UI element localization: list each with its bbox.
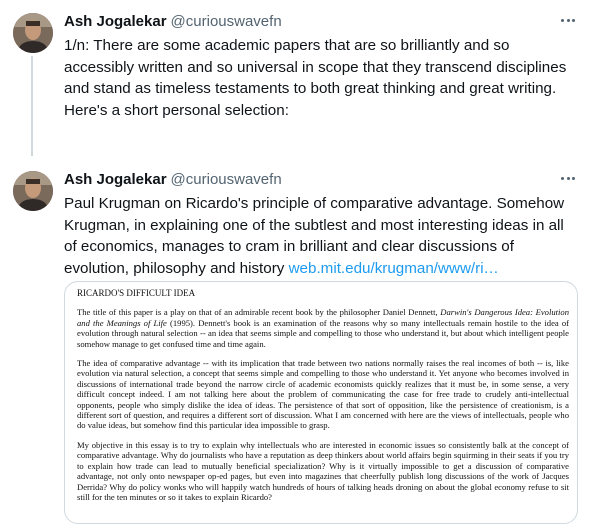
tweet-text: Paul Krugman on Ricardo's principle of c… xyxy=(64,193,574,280)
more-options-icon[interactable] xyxy=(556,166,580,190)
document-paragraph: The title of this paper is a play on tha… xyxy=(77,307,569,349)
tweet-link[interactable]: web.mit.edu/krugman/www/ri… xyxy=(289,260,499,277)
author-handle[interactable]: @curiouswavefn xyxy=(171,171,282,188)
avatar[interactable] xyxy=(13,13,53,53)
document-paragraph: My objective in this essay is to try to … xyxy=(77,439,569,502)
author-name[interactable]: Ash Jogalekar xyxy=(64,13,167,30)
tweet-header: Ash Jogalekar @curiouswavefn xyxy=(64,12,282,32)
avatar[interactable] xyxy=(13,171,53,211)
paragraph-text: The title of this paper is a play on tha… xyxy=(77,307,441,318)
avatar-photo xyxy=(13,171,53,211)
document-excerpt: RICARDO'S DIFFICULT IDEA The title of th… xyxy=(77,288,569,511)
document-title: RICARDO'S DIFFICULT IDEA xyxy=(77,288,196,298)
tweet-text: 1/n: There are some academic papers that… xyxy=(64,37,567,120)
tweet-header: Ash Jogalekar @curiouswavefn xyxy=(64,170,282,190)
author-handle[interactable]: @curiouswavefn xyxy=(171,13,282,30)
thread-connector-line xyxy=(31,56,33,156)
attached-image[interactable]: RICARDO'S DIFFICULT IDEA The title of th… xyxy=(64,281,578,524)
avatar-photo xyxy=(13,13,53,53)
document-paragraph: The idea of comparative advantage -- wit… xyxy=(77,358,569,431)
author-name[interactable]: Ash Jogalekar xyxy=(64,171,167,188)
more-options-icon[interactable] xyxy=(556,8,580,32)
